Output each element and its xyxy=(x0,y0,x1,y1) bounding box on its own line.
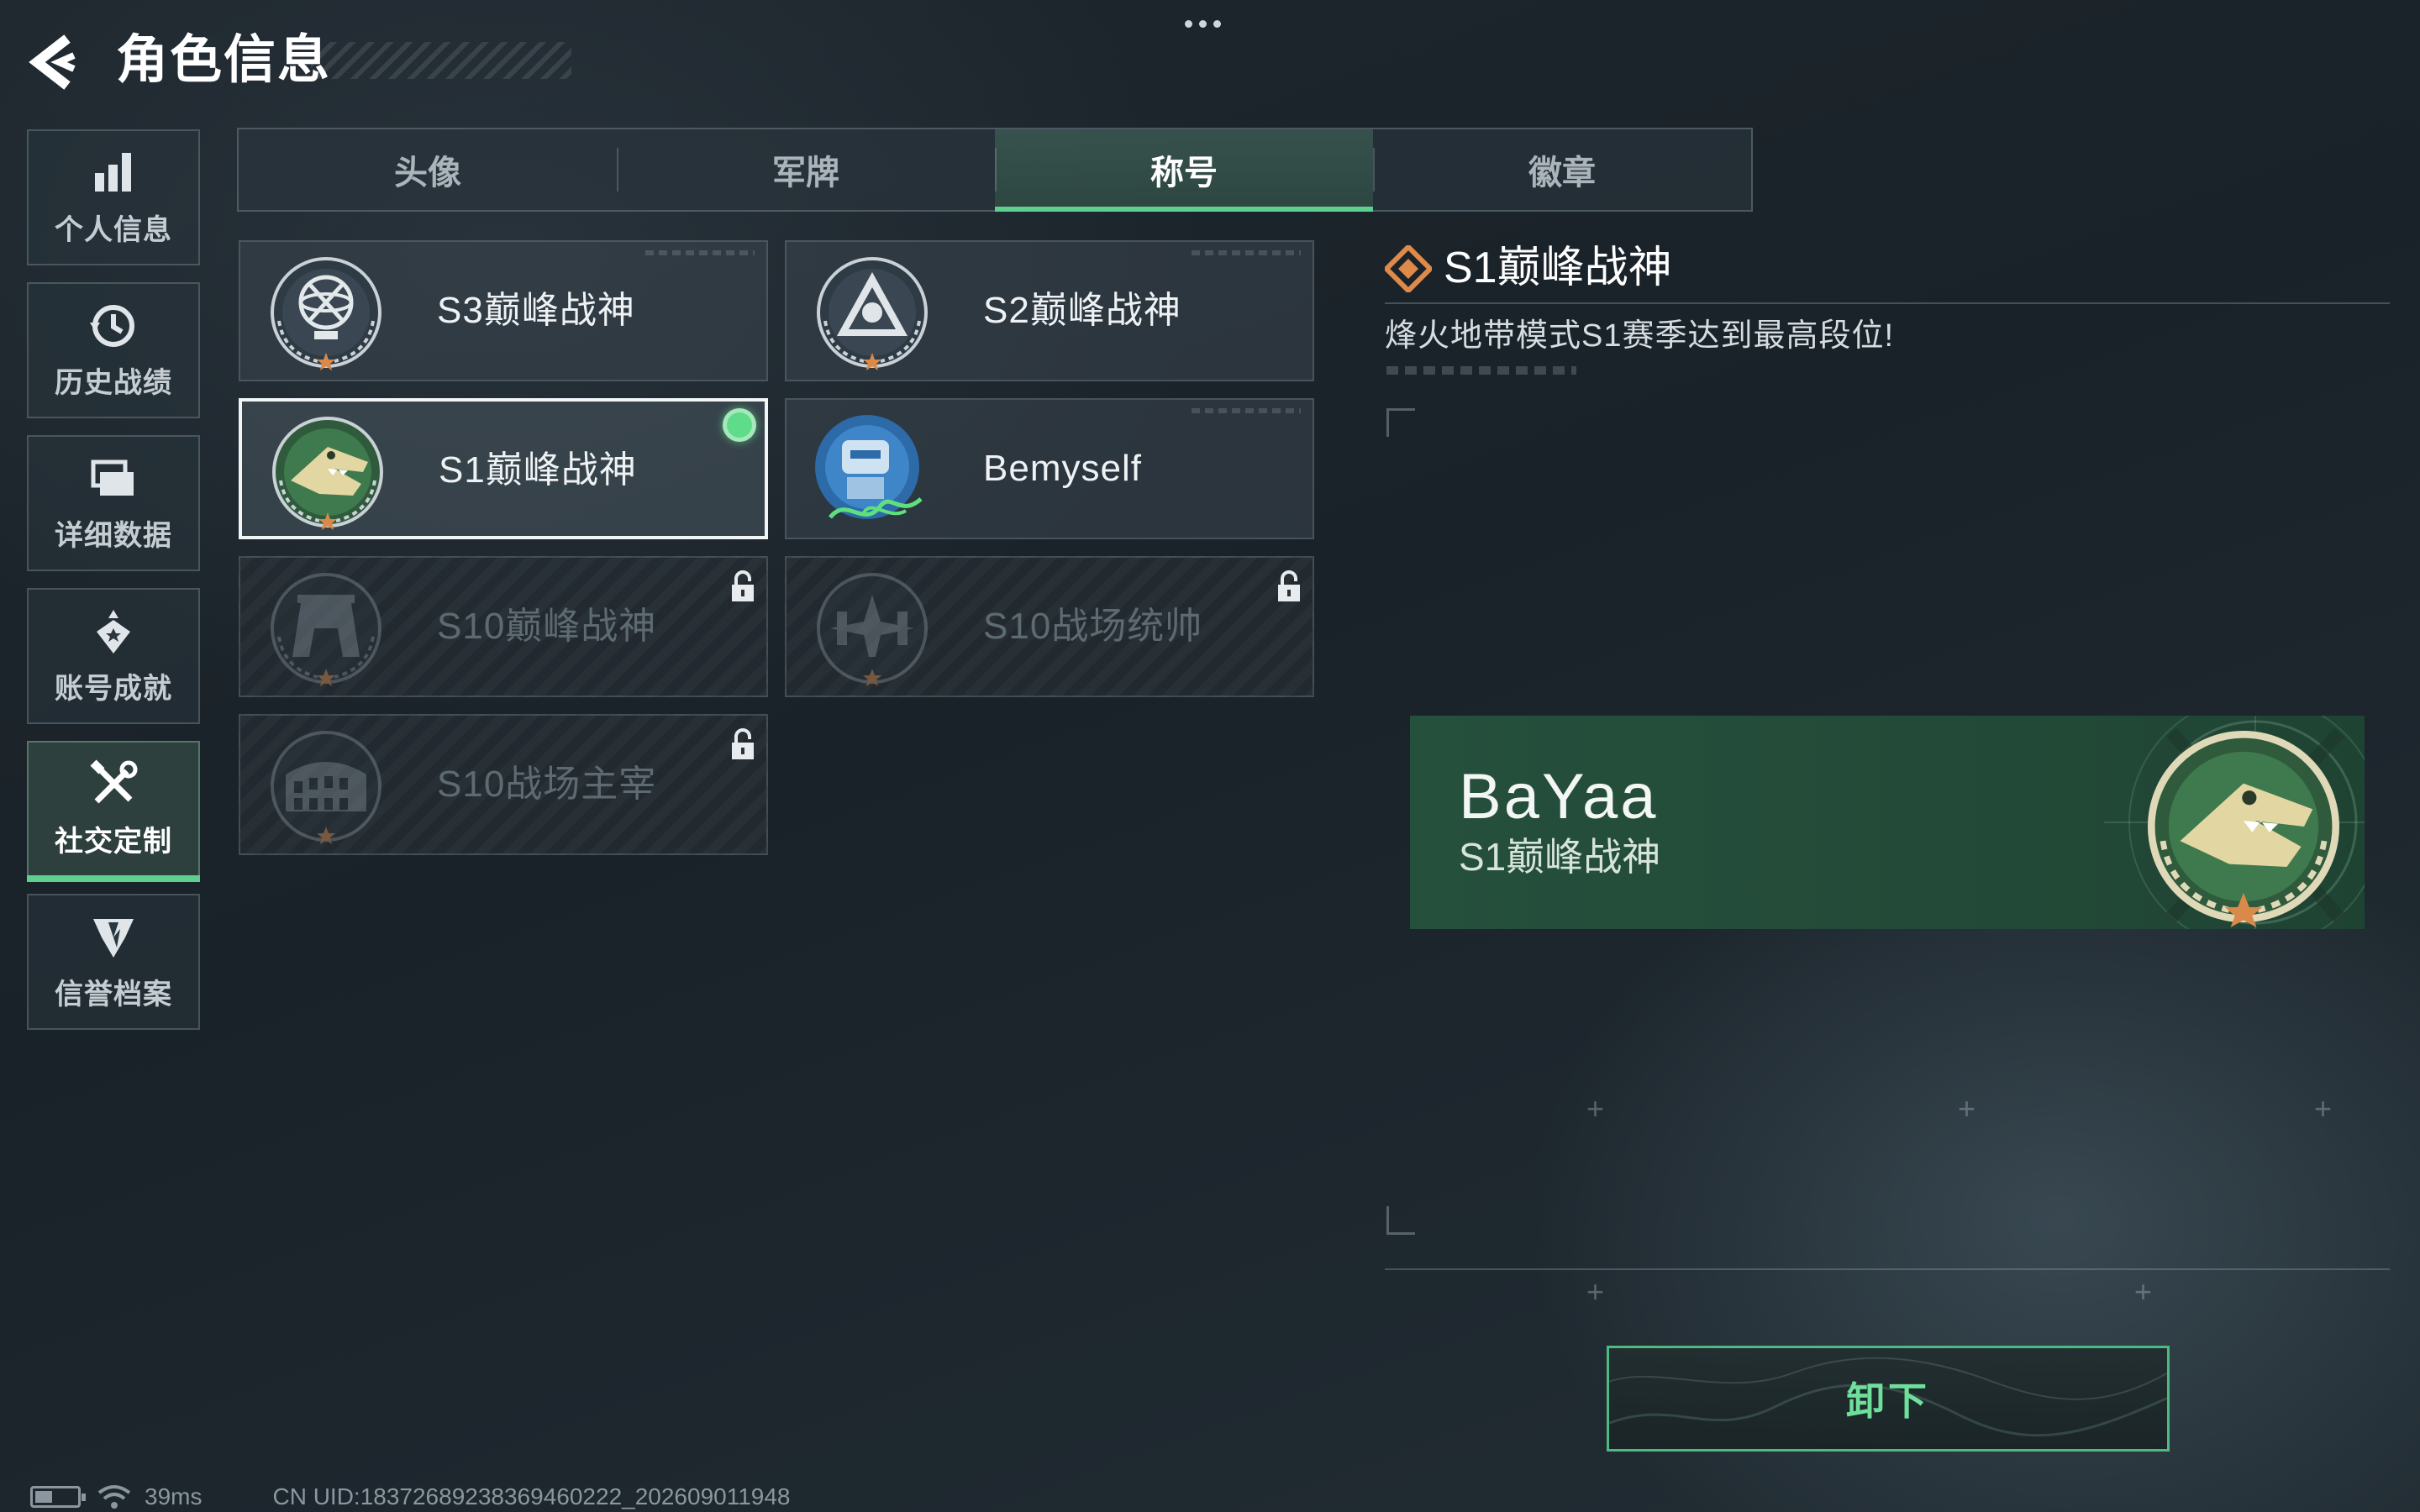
detail-description: 烽火地带模式S1赛季达到最高段位! xyxy=(1385,318,1895,354)
title-name: S3巅峰战神 xyxy=(437,290,635,331)
credit-shield-icon xyxy=(93,918,134,958)
ping-value: 39ms xyxy=(145,1483,203,1509)
aircraft-emblem xyxy=(817,573,928,686)
title-hatch-decoration xyxy=(311,42,571,79)
diamond-rank-icon xyxy=(1385,245,1432,292)
detail-title: S1巅峰战神 xyxy=(1444,244,1672,292)
title-preview-banner: BaYaa S1巅峰战神 xyxy=(1410,716,2365,929)
detail-decoration xyxy=(1386,366,1576,375)
tab-title[interactable]: 称号 xyxy=(995,129,1373,212)
unequip-label: 卸下 xyxy=(1846,1379,1930,1423)
folders-icon xyxy=(91,459,134,496)
more-dots-icon[interactable] xyxy=(1185,17,1235,34)
back-arrow-icon xyxy=(29,34,76,90)
globe-trophy-emblem xyxy=(271,257,381,370)
tab-badge[interactable]: 徽章 xyxy=(1373,129,1751,210)
crosshair-decoration: + xyxy=(1586,1091,1605,1126)
title-card-s10-peak[interactable]: S10巅峰战神 xyxy=(239,556,768,697)
title-name: S1巅峰战神 xyxy=(439,449,637,491)
triangle-r-emblem xyxy=(817,257,928,370)
lock-icon xyxy=(1278,570,1300,601)
title-card-bemyself[interactable]: Bemyself xyxy=(785,398,1314,539)
card-decoration xyxy=(1192,408,1301,413)
bar-chart-icon xyxy=(95,152,131,192)
lock-icon xyxy=(732,728,754,759)
title-card-s1[interactable]: S1巅峰战神 xyxy=(239,398,768,539)
sidebar-item-social[interactable]: 社交定制 xyxy=(27,741,200,882)
lock-icon xyxy=(732,570,754,601)
sidebar-item-label: 账号成就 xyxy=(55,672,172,705)
tab-dogtag[interactable]: 军牌 xyxy=(617,129,995,210)
crocodile-emblem xyxy=(2148,731,2339,927)
battery-icon xyxy=(30,1486,86,1508)
card-decoration xyxy=(1192,250,1301,255)
crocodile-emblem xyxy=(272,417,383,530)
title-card-s10-dominator[interactable]: S10战场主宰 xyxy=(239,714,768,855)
sidebar-item-label: 个人信息 xyxy=(55,213,172,246)
crosshair-decoration: + xyxy=(2134,1274,2153,1309)
user-uid: CN UID:18372689238369460222_202609011948 xyxy=(272,1483,791,1509)
divider xyxy=(1385,302,2390,304)
category-tabs: 头像 军牌 称号 徽章 xyxy=(237,128,1753,212)
sidebar-item-achievements[interactable]: 账号成就 xyxy=(27,588,200,724)
robot-signature-emblem xyxy=(815,415,923,519)
title-card-s2[interactable]: S2巅峰战神 xyxy=(785,240,1314,381)
equipped-indicator-icon xyxy=(723,408,756,442)
unequip-button[interactable]: 卸下 xyxy=(1607,1346,2170,1452)
colosseum-emblem xyxy=(271,731,381,844)
crosshair-decoration: + xyxy=(1958,1091,1976,1126)
sidebar-item-label: 详细数据 xyxy=(55,519,172,552)
sidebar-item-label: 历史战绩 xyxy=(55,366,172,399)
title-name: S10巅峰战神 xyxy=(437,606,657,647)
frame-corner xyxy=(1386,1206,1415,1235)
title-name: Bemyself xyxy=(983,448,1142,489)
gate-emblem xyxy=(271,573,381,686)
card-decoration xyxy=(645,250,755,255)
title-name: S10战场统帅 xyxy=(983,606,1203,647)
sidebar-item-label: 信誉档案 xyxy=(55,978,172,1011)
history-clock-icon xyxy=(90,304,134,347)
sidebar-item-credit[interactable]: 信誉档案 xyxy=(27,894,200,1030)
frame-corner xyxy=(1386,408,1415,437)
divider xyxy=(1385,1268,2390,1270)
sidebar-item-label: 社交定制 xyxy=(55,825,172,858)
sidebar-item-details[interactable]: 详细数据 xyxy=(27,435,200,571)
back-button[interactable] xyxy=(25,32,86,92)
tab-avatar[interactable]: 头像 xyxy=(239,129,617,210)
player-title: S1巅峰战神 xyxy=(1459,835,1661,879)
sidebar-item-profile[interactable]: 个人信息 xyxy=(27,129,200,265)
title-name: S10战场主宰 xyxy=(437,764,657,805)
crosshair-decoration: + xyxy=(1586,1274,1605,1309)
title-card-s10-commander[interactable]: S10战场统帅 xyxy=(785,556,1314,697)
page-title: 角色信息 xyxy=(116,31,332,89)
wifi-icon xyxy=(97,1485,131,1509)
crosshair-decoration: + xyxy=(2314,1091,2333,1126)
tools-icon xyxy=(90,759,138,803)
sidebar-item-history[interactable]: 历史战绩 xyxy=(27,282,200,418)
title-card-s3[interactable]: S3巅峰战神 xyxy=(239,240,768,381)
status-bar: 39ms CN UID:18372689238369460222_2026090… xyxy=(30,1482,791,1512)
achievement-medal-icon xyxy=(97,609,130,654)
title-name: S2巅峰战神 xyxy=(983,290,1181,331)
player-name: BaYaa xyxy=(1459,761,1659,832)
